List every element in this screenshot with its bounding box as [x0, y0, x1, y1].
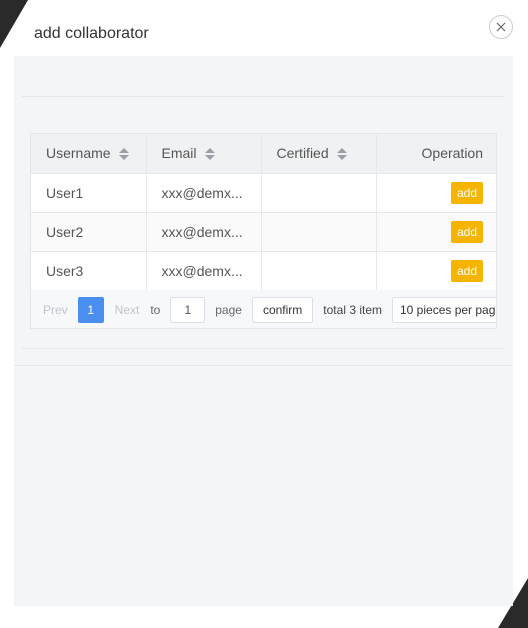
- cell-email: xxx@demx...: [146, 173, 262, 213]
- table-row: User1 xxx@demx... add: [31, 173, 496, 213]
- cell-certified: [261, 173, 377, 213]
- page-label: page: [215, 303, 242, 317]
- column-label: Email: [161, 145, 197, 162]
- column-header-operation: Operation: [376, 134, 496, 174]
- divider: [22, 348, 505, 349]
- cell-email: xxx@demx...: [146, 251, 262, 291]
- total-count: total 3 item: [323, 303, 382, 317]
- table-row: User3 xxx@demx... add: [31, 251, 496, 291]
- next-page-button[interactable]: Next: [115, 303, 140, 317]
- column-label: Certified: [276, 145, 329, 162]
- column-header-username[interactable]: Username: [31, 134, 147, 174]
- column-header-certified[interactable]: Certified: [261, 134, 377, 174]
- dialog-body: Username Email Certified Operation User1…: [14, 56, 513, 606]
- confirm-button[interactable]: confirm: [251, 297, 314, 323]
- divider: [14, 365, 513, 366]
- cell-username: User1: [31, 173, 147, 213]
- cell-operation: add: [376, 212, 496, 252]
- page-size-select[interactable]: 10 pieces per page: [392, 297, 496, 323]
- cell-certified: [261, 251, 377, 291]
- goto-label: to: [150, 303, 161, 317]
- cell-username: User3: [31, 251, 147, 291]
- add-button[interactable]: add: [450, 181, 483, 204]
- close-button[interactable]: [489, 15, 513, 39]
- cell-username: User2: [31, 212, 147, 252]
- dialog-title: add collaborator: [34, 25, 149, 42]
- pagination: Prev 1 Next to 1 page confirm total 3 it…: [31, 290, 496, 328]
- page-number-current[interactable]: 1: [77, 297, 104, 323]
- column-label: Operation: [421, 145, 483, 162]
- dialog-window: add collaborator Username Email Certifie…: [0, 0, 528, 628]
- close-icon: [496, 22, 506, 32]
- cell-email: xxx@demx...: [146, 212, 262, 252]
- cell-operation: add: [376, 251, 496, 291]
- divider: [22, 96, 505, 97]
- sort-icon[interactable]: [204, 147, 215, 161]
- column-header-email[interactable]: Email: [146, 134, 262, 174]
- add-button[interactable]: add: [450, 259, 483, 282]
- add-button[interactable]: add: [450, 220, 483, 243]
- backdrop-corner: [0, 0, 28, 48]
- prev-page-button[interactable]: Prev: [43, 303, 68, 317]
- page-jump-input[interactable]: 1: [170, 297, 206, 323]
- sort-icon[interactable]: [336, 147, 347, 161]
- sort-icon[interactable]: [118, 147, 129, 161]
- cell-certified: [261, 212, 377, 252]
- collaborator-table: Username Email Certified Operation User1…: [30, 133, 497, 329]
- cell-operation: add: [376, 173, 496, 213]
- column-label: Username: [46, 145, 111, 162]
- table-row: User2 xxx@demx... add: [31, 212, 496, 252]
- table-header-row: Username Email Certified Operation: [31, 134, 496, 174]
